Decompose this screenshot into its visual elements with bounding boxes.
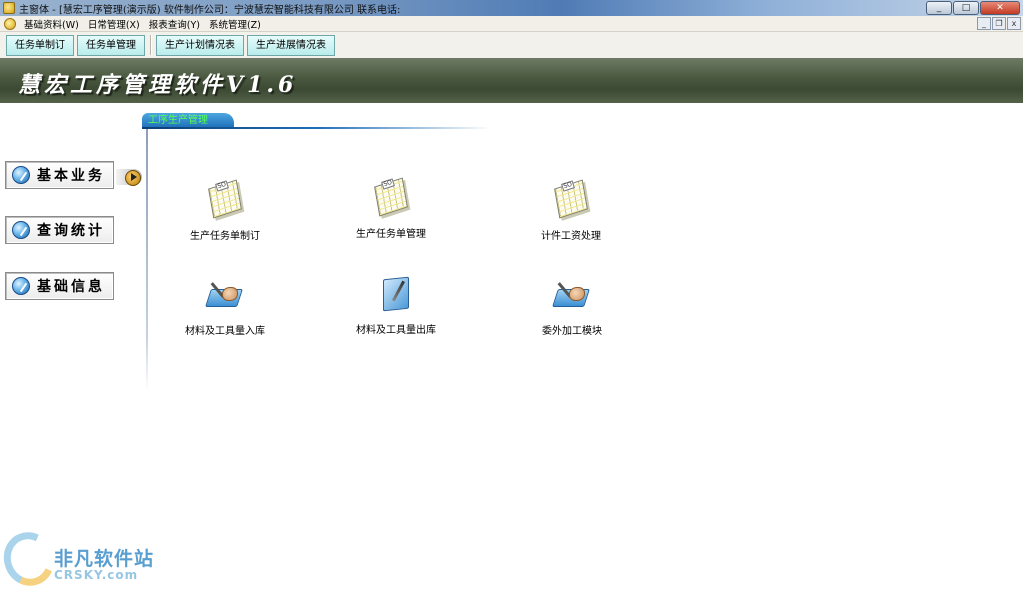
module-material-tool-outbound[interactable]: 材料及工具量出库	[341, 274, 451, 336]
module-label: 材料及工具量出库	[356, 325, 436, 336]
check-icon	[12, 166, 30, 184]
content-divider	[146, 129, 148, 391]
nav-label: 基本业务	[37, 168, 105, 184]
check-icon	[12, 277, 30, 295]
module-outsourcing[interactable]: 委外加工模块	[517, 275, 627, 337]
module-production-task-create[interactable]: SO 生产任务单制订	[170, 179, 280, 242]
maximize-button[interactable]: □	[953, 1, 979, 15]
toolbar-separator	[150, 35, 152, 55]
check-icon	[12, 221, 30, 239]
close-button[interactable]: ✕	[980, 1, 1020, 15]
document-icon: SO	[370, 177, 412, 220]
window-controls: _ □ ✕	[926, 1, 1020, 15]
module-label: 生产任务单制订	[190, 231, 260, 242]
tray-hand-icon	[551, 275, 593, 317]
module-label: 委外加工模块	[542, 326, 602, 337]
watermark-subtext: CRSKY.com	[54, 568, 139, 582]
watermark-text: 非凡软件站	[54, 548, 155, 570]
mdi-child-icon[interactable]	[4, 17, 16, 30]
app-icon	[3, 2, 15, 14]
task-order-manage-button[interactable]: 任务单管理	[77, 34, 145, 56]
menu-bar: 基础资料(W) 日常管理(X) 报表查询(Y) 系统管理(Z) _ ❐ x	[0, 16, 1023, 32]
document-icon: SO	[550, 179, 592, 222]
nav-label: 查询统计	[37, 223, 105, 239]
module-label: 计件工资处理	[541, 231, 601, 242]
active-arrow-icon	[116, 169, 142, 186]
nav-label: 基础信息	[37, 279, 105, 295]
window-title: 主窗体 - [慧宏工序管理(演示版) 软件制作公司：宁波慧宏智能科技有限公司 联…	[19, 4, 401, 16]
mdi-restore-button[interactable]: ❐	[992, 17, 1006, 30]
tray-hand-icon	[204, 275, 246, 317]
banner-title: 慧宏工序管理软件V1.6	[18, 72, 298, 98]
watermark-logo: 非凡软件站 CRSKY.com	[0, 525, 162, 590]
title-bar: 主窗体 - [慧宏工序管理(演示版) 软件制作公司：宁波慧宏智能科技有限公司 联…	[0, 0, 1023, 16]
module-label: 生产任务单管理	[356, 229, 426, 240]
nav-query-statistics[interactable]: 查询统计	[5, 216, 114, 244]
module-piecework-wage[interactable]: SO 计件工资处理	[516, 179, 626, 242]
task-order-create-button[interactable]: 任务单制订	[6, 34, 74, 56]
main-window: 主窗体 - [慧宏工序管理(演示版) 软件制作公司：宁波慧宏智能科技有限公司 联…	[0, 0, 1023, 590]
swirl-logo-icon	[0, 525, 62, 590]
mdi-controls: _ ❐ x	[977, 17, 1021, 30]
document-icon: SO	[204, 179, 246, 222]
menu-daily-management[interactable]: 日常管理(X)	[85, 17, 146, 31]
menu-system-management[interactable]: 系统管理(Z)	[206, 17, 267, 31]
menu-report-query[interactable]: 报表查询(Y)	[146, 17, 206, 31]
folder-pen-icon	[375, 274, 417, 316]
toolbar: 任务单制订 任务单管理 生产计划情况表 生产进展情况表	[0, 32, 1023, 58]
module-material-tool-inbound[interactable]: 材料及工具量入库	[170, 275, 280, 337]
nav-basic-business[interactable]: 基本业务	[5, 161, 114, 189]
mdi-close-button[interactable]: x	[1007, 17, 1021, 30]
nav-basic-info[interactable]: 基础信息	[5, 272, 114, 300]
module-production-task-manage[interactable]: SO 生产任务单管理	[336, 177, 446, 240]
content-tab: 工序生产管理	[142, 113, 234, 128]
tab-underline	[142, 127, 492, 129]
menu-basic-data[interactable]: 基础资料(W)	[21, 17, 85, 31]
minimize-button[interactable]: _	[926, 1, 952, 15]
mdi-minimize-button[interactable]: _	[977, 17, 991, 30]
production-plan-report-button[interactable]: 生产计划情况表	[156, 34, 244, 56]
production-progress-report-button[interactable]: 生产进展情况表	[247, 34, 335, 56]
app-banner: 慧宏工序管理软件V1.6	[0, 58, 1023, 103]
module-label: 材料及工具量入库	[185, 326, 265, 337]
